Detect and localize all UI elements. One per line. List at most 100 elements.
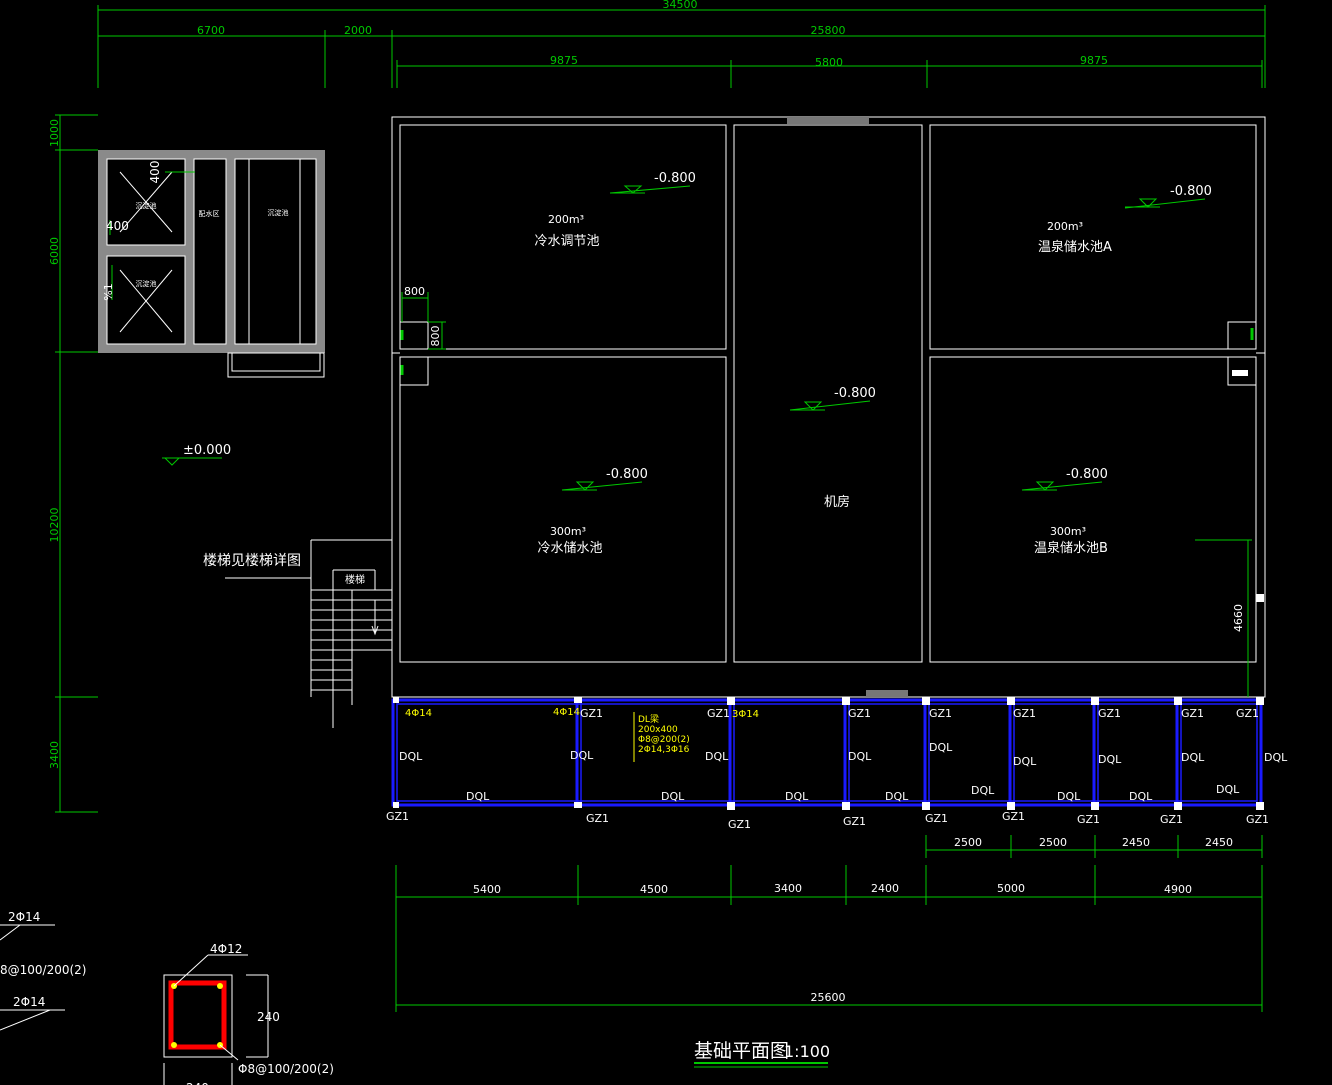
gz-label-b5: GZ1 <box>925 812 948 825</box>
dl-note-2: 200x400 <box>638 725 678 735</box>
gz-label-b3: GZ1 <box>728 818 751 831</box>
gz-label-t6: GZ1 <box>1098 707 1121 720</box>
column-main-rebar: 4Φ12 <box>210 942 242 956</box>
room4-name: 温泉储水池B <box>1034 540 1108 556</box>
dql-label-17: DQL <box>1264 751 1288 764</box>
dl-note-3: Φ8@200(2) <box>638 735 690 745</box>
rebar-label-1: 4Φ14 <box>405 708 432 719</box>
gz-label-t8: GZ1 <box>1236 707 1259 720</box>
dim-4660: 4660 <box>1232 604 1245 632</box>
dim-bottom-2400: 2400 <box>871 882 899 895</box>
dim-bottom-2500a: 2500 <box>954 836 982 849</box>
gz-label-t2: GZ1 <box>707 707 730 720</box>
wall-mark-right <box>1256 594 1264 602</box>
level-ground: ±0.000 <box>183 443 231 458</box>
dql-label-12: DQL <box>1057 790 1081 803</box>
dim-left-10200: 10200 <box>48 508 61 543</box>
dql-label-7: DQL <box>848 750 872 763</box>
left-dimensions <box>55 114 98 813</box>
dql-label-3: DQL <box>570 749 594 762</box>
dim-bottom-4900: 4900 <box>1164 883 1192 896</box>
drawing-scale: 1:100 <box>784 1042 830 1061</box>
dl-note-1: DL梁 <box>638 713 659 725</box>
machine-room-name: 机房 <box>824 494 850 510</box>
top-dimensions <box>97 5 1266 88</box>
dql-label-8: DQL <box>885 790 909 803</box>
dim-bottom-5400: 5400 <box>473 883 501 896</box>
gz-label-t5: GZ1 <box>1013 707 1036 720</box>
gz-label-b6: GZ1 <box>1002 810 1025 823</box>
dim-right-block: 25800 <box>811 24 846 37</box>
room4-volume: 300m³ <box>1050 525 1086 538</box>
dim-total: 34500 <box>663 0 698 11</box>
gz-label-b1: GZ1 <box>386 810 409 823</box>
gz-label-b8: GZ1 <box>1160 813 1183 826</box>
dim-left-3400: 3400 <box>48 741 61 769</box>
gz-label-t3: GZ1 <box>848 707 871 720</box>
level-pool4: -0.800 <box>1066 467 1108 482</box>
dim-800-h: 800 <box>404 285 425 298</box>
dim-bottom-5000: 5000 <box>997 882 1025 895</box>
dim-bottom-2450b: 2450 <box>1205 836 1233 849</box>
left-detail-top: 2Φ14 <box>8 910 40 924</box>
main-building-walls <box>391 116 1266 698</box>
room3-volume: 300m³ <box>550 525 586 538</box>
dql-label-16: DQL <box>1216 783 1240 796</box>
level-mid: -0.800 <box>834 386 876 401</box>
dim-bottom-2450a: 2450 <box>1122 836 1150 849</box>
dim-bay3: 9875 <box>1080 54 1108 67</box>
dql-label-5: DQL <box>705 750 729 763</box>
dql-label-1: DQL <box>399 750 423 763</box>
bottom-dimensions <box>395 835 1263 1012</box>
rebar-label-3: 3Φ14 <box>732 709 759 720</box>
dim-left-6000: 6000 <box>48 237 61 265</box>
gz-label-b7: GZ1 <box>1077 813 1100 826</box>
dql-label-9: DQL <box>929 741 953 754</box>
dim-bottom-total: 25600 <box>811 991 846 1004</box>
left-detail-mid: 8@100/200(2) <box>0 963 86 977</box>
dim-bay1: 9875 <box>550 54 578 67</box>
opening-top <box>787 117 869 124</box>
level-pool2: -0.800 <box>1170 184 1212 199</box>
dim-bottom-4500: 4500 <box>640 883 668 896</box>
drawing-title: 基础平面图 <box>694 1040 789 1062</box>
dql-label-10: DQL <box>971 784 995 797</box>
dim-left-block: 6700 <box>197 24 225 37</box>
opening-bottom <box>866 690 908 697</box>
dim-gap: 2000 <box>344 24 372 37</box>
gz-label-b4: GZ1 <box>843 815 866 828</box>
gz-label-b9: GZ1 <box>1246 813 1269 826</box>
column-size: 240 <box>257 1010 280 1024</box>
gz-label-t4: GZ1 <box>929 707 952 720</box>
stair-note: 楼梯见楼梯详图 <box>203 553 301 569</box>
dql-label-11: DQL <box>1013 755 1037 768</box>
dql-label-4: DQL <box>661 790 685 803</box>
dql-label-13: DQL <box>1098 753 1122 766</box>
room3-name: 冷水储水池 <box>537 541 602 556</box>
dim-left-1000: 1000 <box>48 119 61 147</box>
gz-label-t7: GZ1 <box>1181 707 1204 720</box>
dim-side-mark: %1 <box>102 283 115 300</box>
room-label-settle-3: 沉淀池 <box>268 208 289 217</box>
dql-label-15: DQL <box>1181 751 1205 764</box>
room1-name: 冷水调节池 <box>534 234 599 249</box>
column-cut-dim: 240 <box>186 1081 209 1085</box>
room2-name: 温泉储水池A <box>1038 239 1112 255</box>
dim-800-v: 800 <box>429 326 442 347</box>
left-detail-bottom: 2Φ14 <box>13 995 45 1009</box>
level-pool3: -0.800 <box>606 467 648 482</box>
dim-400-vertical: 400 <box>148 161 162 184</box>
small-tank-block <box>98 150 325 378</box>
dim-bottom-2500b: 2500 <box>1039 836 1067 849</box>
dim-400-horizontal: 400 <box>106 219 129 233</box>
gz-label-t1: GZ1 <box>580 707 603 720</box>
room1-volume: 200m³ <box>548 213 584 226</box>
dl-note-4: 2Φ14,3Φ16 <box>638 745 690 755</box>
room2-volume: 200m³ <box>1047 220 1083 233</box>
room-label-settle-2: 沉淀池 <box>136 279 157 288</box>
gz-label-b2: GZ1 <box>586 812 609 825</box>
column-stirrup: Φ8@100/200(2) <box>238 1062 334 1076</box>
dql-label-14: DQL <box>1129 790 1153 803</box>
level-pool1: -0.800 <box>654 171 696 186</box>
rebar-label-2: 4Φ14 <box>553 707 580 718</box>
